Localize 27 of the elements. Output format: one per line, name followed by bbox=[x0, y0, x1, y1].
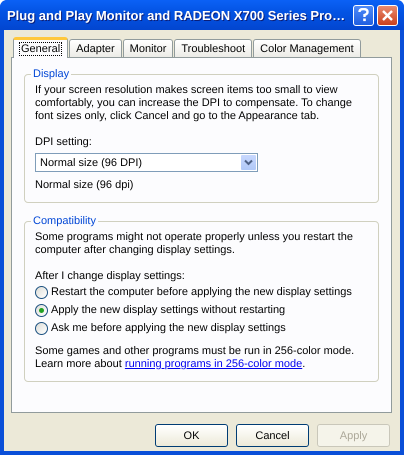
group-title: Display bbox=[32, 68, 70, 80]
help-icon[interactable] bbox=[353, 4, 374, 26]
dialog-button[interactable]: Cancel bbox=[236, 424, 309, 447]
radio-icon[interactable] bbox=[35, 286, 48, 298]
tab[interactable]: General bbox=[13, 37, 68, 58]
tab[interactable]: Adapter bbox=[69, 39, 122, 57]
field-label: DPI setting: bbox=[35, 136, 93, 149]
description-text: If your screen resolution makes screen items too small to view comfortably, you can increase the DPI to compensate. To change font sizes only, click Cancel and go to the Appearance tab. bbox=[35, 84, 353, 123]
group-title: Compatibility bbox=[32, 215, 97, 227]
window-title: Plug and Play Monitor and RADEON X700 Series Pro… bbox=[7, 8, 346, 22]
description-text: Some programs might not operate properly unless you restart the computer after changing display settings. bbox=[35, 231, 354, 257]
tab[interactable]: Troubleshoot bbox=[174, 39, 252, 57]
radio-option[interactable]: Apply the new display settings without restarting bbox=[35, 301, 286, 319]
tab[interactable]: Color Management bbox=[253, 39, 361, 57]
radio-icon[interactable] bbox=[35, 322, 48, 334]
note-text: Some games and other programs must be run in 256-color mode. bbox=[35, 345, 356, 358]
radio-option[interactable]: Ask me before applying the new display settings bbox=[35, 319, 286, 337]
dpi-note: Normal size (96 dpi) bbox=[35, 179, 134, 192]
close-icon[interactable] bbox=[377, 4, 398, 26]
radio-icon[interactable] bbox=[35, 304, 48, 316]
dpi-dropdown[interactable]: Normal size (96 DPI) bbox=[35, 153, 258, 172]
dialog-button[interactable]: OK bbox=[155, 424, 228, 447]
tab[interactable]: Monitor bbox=[122, 39, 174, 57]
prompt-text: After I change display settings: bbox=[35, 270, 186, 283]
radio-option[interactable]: Restart the computer before applying the new display settings bbox=[35, 283, 352, 301]
learn-more-text: Learn more about running programs in 256-color mode. bbox=[35, 358, 306, 371]
help-link[interactable]: running programs in 256-color mode bbox=[124, 358, 302, 370]
